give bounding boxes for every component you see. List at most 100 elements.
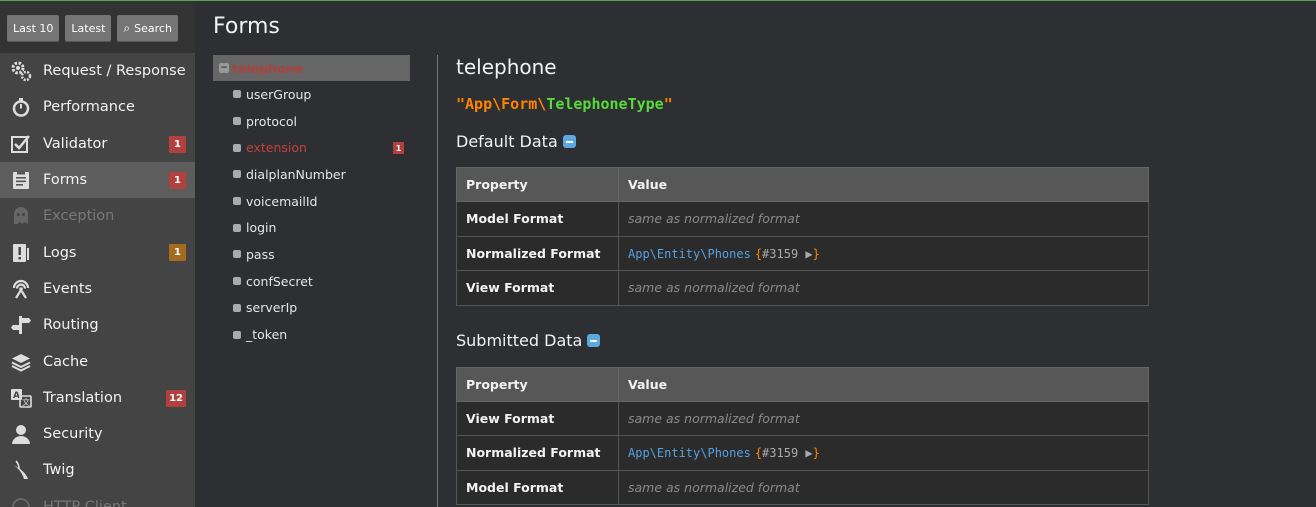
table-header-row: Property Value: [456, 167, 1149, 202]
quote-close: ": [663, 95, 673, 113]
square-icon: [233, 330, 241, 339]
submitted-data-table: Property Value View Format same as normali…: [456, 366, 1149, 506]
class-link[interactable]: App\Entity\Phones: [628, 446, 751, 460]
row-key: Model Format: [456, 201, 619, 237]
tree-item-token[interactable]: _token: [213, 321, 410, 348]
tree-root-telephone[interactable]: − telephone: [213, 55, 410, 81]
translation-error-badge: 12: [166, 389, 186, 407]
square-icon: [233, 303, 241, 312]
tree-item-pass[interactable]: pass: [213, 241, 410, 268]
latest-label: Latest: [71, 22, 106, 35]
stopwatch-icon: [8, 95, 34, 119]
tree-item-label: extension: [246, 140, 307, 156]
menu-label: Request / Response: [43, 63, 186, 80]
tree-item-usergroup[interactable]: userGroup: [213, 81, 410, 108]
collapse-minus-icon[interactable]: [562, 134, 576, 148]
sidebar-toolbar: Last 10 Latest ⌕ Search: [0, 1, 195, 53]
row-key: View Format: [456, 400, 619, 436]
vertical-divider: [437, 55, 438, 507]
tree-item-label: dialplanNumber: [246, 166, 346, 182]
svg-text:文: 文: [22, 397, 30, 407]
table-row: View Format same as normalized format: [456, 400, 1149, 436]
expand-toggle-icon[interactable]: ▶: [798, 446, 812, 460]
brace-open: {: [754, 246, 763, 261]
search-label: Search: [134, 22, 172, 35]
row-value: same as normalized format: [628, 479, 800, 495]
tree-item-label: userGroup: [246, 86, 312, 102]
class-link[interactable]: App\Entity\Phones: [628, 247, 751, 261]
menu-item-http-client[interactable]: HTTP Client: [0, 489, 195, 507]
col-property: Property: [456, 167, 619, 202]
top-accent-line: [0, 0, 1316, 1]
tree-item-label: protocol: [246, 113, 297, 129]
form-type-class: "App\Form\TelephoneType": [456, 95, 1156, 113]
tree-root-label: telephone: [232, 60, 304, 76]
menu-label: Exception: [43, 208, 115, 225]
last-10-label: Last 10: [13, 22, 54, 35]
menu-item-security[interactable]: Security: [0, 416, 195, 452]
table-row: View Format same as normalized format: [456, 270, 1149, 306]
menu-label: Performance: [43, 99, 135, 116]
menu-label: Forms: [43, 172, 88, 189]
menu-item-events[interactable]: Events: [0, 271, 195, 307]
sidebar: Last 10 Latest ⌕ Search Request / Respons…: [0, 1, 195, 507]
table-row: Normalized Format App\Entity\Phones {#315…: [456, 235, 1149, 271]
row-value: same as normalized format: [628, 410, 800, 426]
clipboard-icon: [8, 168, 34, 192]
tree-item-voicemailid[interactable]: voicemailId: [213, 188, 410, 215]
tree-item-label: confSecret: [246, 273, 313, 289]
page-title: Forms: [213, 14, 280, 39]
menu-item-validator[interactable]: Validator 1: [0, 126, 195, 162]
square-icon: [233, 250, 241, 259]
col-property: Property: [456, 366, 619, 402]
submitted-data-title: Submitted Data: [456, 331, 583, 350]
tree-item-label: pass: [246, 246, 275, 262]
form-tree: − telephone userGroup protocol extension…: [213, 55, 410, 348]
menu-item-cache[interactable]: Cache: [0, 343, 195, 379]
menu-label: Twig: [43, 462, 75, 479]
row-key: View Format: [456, 270, 619, 306]
menu-item-forms[interactable]: Forms 1: [0, 161, 195, 199]
search-button[interactable]: ⌕ Search: [117, 15, 178, 42]
menu-item-twig[interactable]: Twig: [0, 452, 195, 488]
default-data-title: Default Data: [456, 131, 558, 151]
latest-button[interactable]: Latest: [65, 15, 112, 42]
default-data-heading: Default Data: [456, 130, 1156, 152]
tree-item-dialplannumber[interactable]: dialplanNumber: [213, 161, 410, 188]
forms-error-badge: 1: [169, 171, 186, 189]
gears-icon: [8, 59, 34, 83]
collapse-minus-icon[interactable]: [587, 334, 601, 347]
last-10-button[interactable]: Last 10: [7, 15, 60, 42]
broadcast-icon: [8, 277, 34, 301]
menu-item-logs[interactable]: Logs 1: [0, 234, 195, 270]
brace-close: }: [812, 446, 820, 461]
menu-item-translation[interactable]: A文 Translation 12: [0, 380, 195, 416]
tree-item-protocol[interactable]: protocol: [213, 108, 410, 135]
menu-label: Events: [43, 280, 93, 297]
submitted-data-heading: Submitted Data: [456, 330, 1156, 352]
tree-item-label: _token: [246, 327, 288, 343]
logs-warning-badge: 1: [169, 244, 186, 262]
square-icon: [233, 170, 241, 179]
tree-item-label: voicemailId: [246, 193, 318, 209]
col-value: Value: [618, 167, 1149, 202]
tree-item-serverip[interactable]: serverIp: [213, 295, 410, 322]
square-icon: [233, 197, 241, 206]
default-data-table: Property Value Model Format same as normal…: [456, 167, 1149, 306]
menu-item-exception[interactable]: Exception: [0, 198, 195, 234]
square-icon: [233, 143, 241, 152]
table-row: Normalized Format App\Entity\Phones {#315…: [456, 435, 1149, 471]
menu-item-request-response[interactable]: Request / Response: [0, 53, 195, 89]
menu-item-performance[interactable]: Performance: [0, 89, 195, 125]
tree-item-login[interactable]: login: [213, 214, 410, 241]
tree-item-extension[interactable]: extension 1: [213, 134, 410, 161]
row-value: same as normalized format: [628, 280, 800, 296]
square-icon: [233, 223, 241, 232]
expand-toggle-icon[interactable]: ▶: [798, 247, 812, 261]
table-header-row: Property Value: [456, 366, 1149, 402]
search-icon: ⌕: [123, 21, 131, 35]
tree-item-confsecret[interactable]: confSecret: [213, 268, 410, 295]
collapse-icon[interactable]: −: [219, 63, 229, 73]
log-icon: [8, 241, 34, 265]
menu-item-routing[interactable]: Routing: [0, 307, 195, 343]
